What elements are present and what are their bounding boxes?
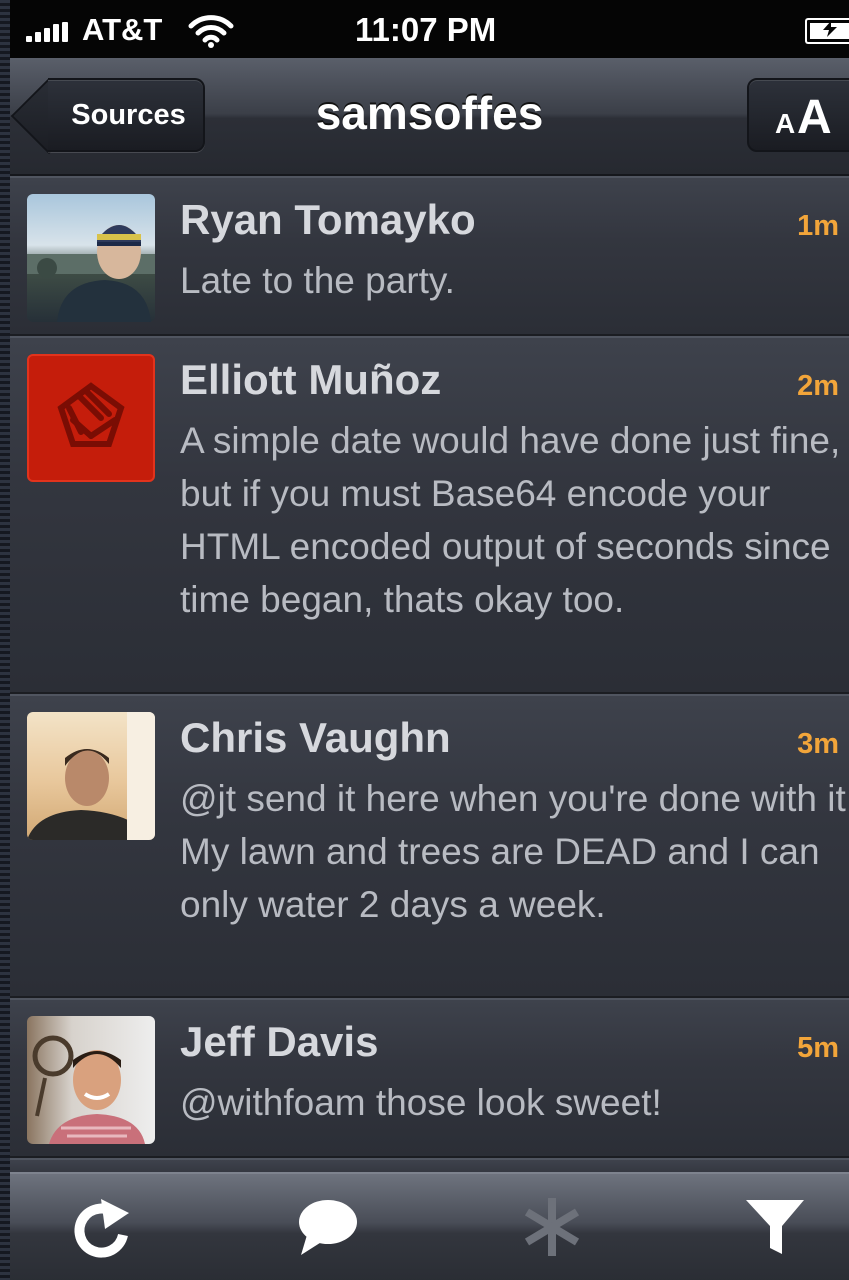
tweet-author: Ryan Tomayko [180,196,476,243]
tweet-text: @jt send it here when you're done with i… [180,778,849,925]
tweet-row[interactable]: Ryan Tomayko 1m Late to the party. [10,176,849,336]
avatar[interactable] [27,194,155,322]
navigation-bar: Sources samsoffes A A [10,58,849,176]
tweet-row[interactable]: Elliott Muñoz 2m A simple date would hav… [10,336,849,694]
app-screen: AT&T 11:07 PM Sources samsoffes A A Ryan… [0,0,849,1280]
filter-button[interactable] [740,1192,810,1262]
asterisk-icon [524,1198,580,1256]
avatar[interactable] [27,354,155,482]
tweet-text: @withfoam those look sweet! [180,1082,662,1123]
font-large-glyph: A [797,91,832,144]
filter-icon [746,1200,804,1254]
tweet-timeline[interactable]: Ryan Tomayko 1m Late to the party. Ellio… [10,176,849,1172]
tweet-row-partial[interactable] [10,1158,849,1172]
tweet-text: Late to the party. [180,260,455,301]
tweet-author: Elliott Muñoz [180,356,442,403]
tweet-timestamp: 5m [797,1032,839,1064]
tweet-text: A simple date would have done just fine,… [180,420,841,620]
tweet-row[interactable]: Chris Vaughn 3m @jt send it here when yo… [10,694,849,998]
page-title: samsoffes [315,87,544,139]
favorites-button[interactable] [517,1192,587,1262]
frame-border-left [0,0,10,1280]
carrier-name: AT&T [82,12,163,47]
font-size-button[interactable]: A A [747,78,849,152]
refresh-button[interactable] [68,1192,138,1262]
bottom-toolbar [10,1172,849,1280]
avatar[interactable] [27,712,155,840]
status-time: 11:07 PM [355,11,497,48]
tweet-timestamp: 3m [797,728,839,760]
wifi-icon [188,15,234,48]
font-small-glyph: A [775,108,796,139]
tweet-author: Jeff Davis [180,1018,379,1065]
speech-bubble-icon [299,1200,357,1255]
compose-button[interactable] [292,1192,362,1262]
tweet-timestamp: 2m [797,370,839,402]
status-bar: AT&T 11:07 PM [10,0,849,58]
refresh-icon [74,1199,129,1258]
tweet-timestamp: 1m [797,210,839,242]
battery-icon [805,18,849,44]
tweet-row[interactable]: Jeff Davis 5m @withfoam those look sweet… [10,998,849,1158]
tweet-author: Chris Vaughn [180,714,451,761]
avatar[interactable] [27,1016,155,1144]
pentagon-logo-icon [57,382,125,447]
